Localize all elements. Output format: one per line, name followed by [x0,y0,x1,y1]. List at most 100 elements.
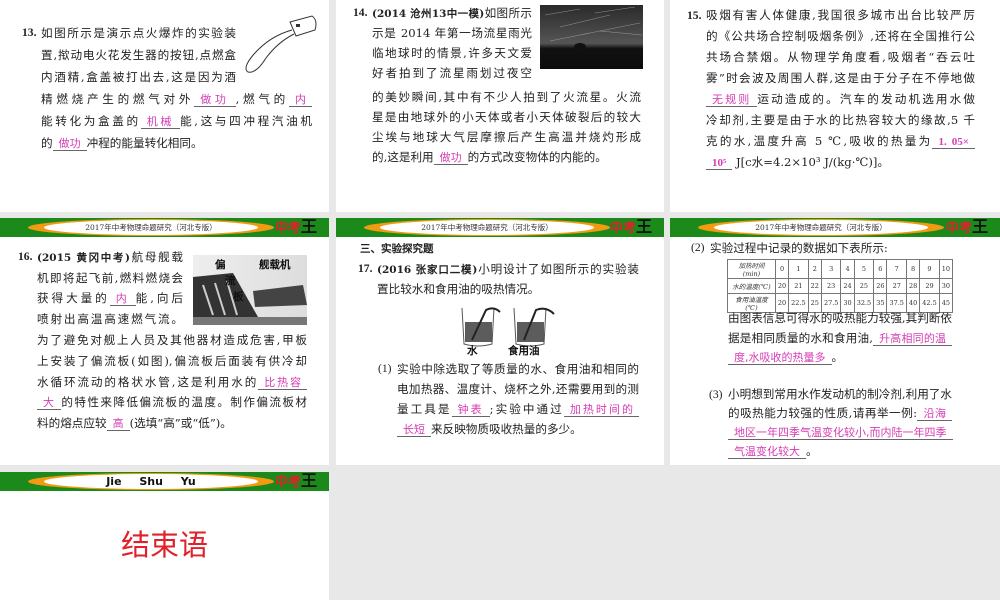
table-cell: 9 [919,259,940,279]
table-row: 加热时间(min) 0 1 2 3 4 5 6 7 8 9 10 [727,259,954,279]
text-line: 上安装了偏流板(如图),偏流板后面装有供冷却 [37,351,307,372]
slide-q17-continued[interactable]: 2017年中考物理命题研究（河北专版） 中考王 加热时间(min) 0 1 2 3 4 5 6 7… [670,218,1000,465]
answer-blank: 气温变化较大 [728,445,806,459]
text-segment: 上安装了偏流板(如图),偏流板后面装有供冷却 [37,353,307,368]
question-text-block: 三、实验探究题 [360,238,560,259]
text-segment: 尘埃与地球大气层摩擦后产生高温并烧灼形成 [372,130,641,144]
text-line: 无规则 运动造成的。汽车的发动机选用水做 [706,89,975,110]
sub-question-number: (2) [691,241,705,254]
answer-blank: 长短 [397,423,431,437]
slide-q17[interactable]: 2017年中考物理命题研究（河北专版） 中考王 水 食用油 三、实验探究题 17. (… [336,218,664,465]
text-line: 置,揿动电火花发生器的按钮,点燃盒 [41,44,236,66]
slide-q13[interactable]: 13. 如图所示是演示点火爆炸的实验装 置,揿动电火花发生器的按钮,点燃盒 内酒精,盒… [0,0,329,212]
text-segment: 的 [41,136,53,150]
text-segment: 星是由地球外的小天体或者小天体破裂后的较大 [372,110,641,124]
text-line: 由图表信息可得水的吸热能力较强,其判断依 [728,309,952,329]
slide-ending[interactable]: Jie Shu Yu 中考王 结束语 [0,472,329,600]
header-text: 2017年中考物理命题研究（河北专版） [421,223,553,232]
text-line: 为了避免对舰上人员及其他器材造成危害,甲板 [37,330,307,351]
table-cell: 28 [905,278,921,294]
image-label-water: 水 [467,345,478,357]
question-text-block: 13. 如图所示是演示点火爆炸的实验装 置,揿动电火花发生器的按钮,点燃盒 内酒精,盒… [22,22,313,154]
text-segment: 。 [806,444,818,458]
text-line: 气温变化较大。 [728,442,952,461]
text-segment: 来反映物质吸收热量的多少。 [431,422,582,436]
slide-q14[interactable]: 14. (2014 沧州13中一模)如图所示 示是 2014 年第一场流星雨光 临地球… [336,0,664,212]
answer-blank: 升高相同的温 [872,331,952,346]
answer-blank: 做功 [433,151,468,165]
text-line: 的做功 冲程的能量转化相同。 [41,132,312,154]
text-segment: 水循环流动的格状水管,这是利用水的 [37,374,259,389]
table-cell: 22 [807,278,822,294]
text-segment: 置,揿动电火花发生器的按钮,点燃盒 [41,48,236,62]
text-segment: (选填“高”或“低”)。 [129,415,232,430]
sub-question-number: (3) [709,388,723,401]
text-segment: 如图所示 [484,6,532,20]
question-text-block: 14. (2014 沧州13中一模)如图所示 示是 2014 年第一场流星雨光 临地球… [353,3,641,167]
question-number: 13. [22,26,37,39]
question-number: 14. [353,6,368,19]
answer-blank: 无规则 [706,93,758,107]
text-line: 14. (2014 沧州13中一模)如图所示 [353,3,532,23]
table-cell: 27 [886,278,907,294]
text-line: 16. (2015 黄冈中考)航母舰载 [18,247,183,268]
table-cell: 30 [938,278,954,294]
question-text-block: 16. (2015 黄冈中考)航母舰载 机即将起飞前,燃料燃烧会 获得大量的内能,向后… [18,247,308,433]
text-segment: 的特性来降低偏流板的温度。制作偏流板材 [61,395,307,410]
text-segment: 。 [831,350,844,364]
source-tag: (2015 黄冈中考) [37,252,131,264]
text-segment: 能,向后 [135,291,183,306]
table-cell: 2 [807,259,822,279]
text-segment: 料的熔点应较 [37,415,107,430]
text-segment: 的美妙瞬间,其中有不少人拍到了火流星。火流 [372,90,641,104]
text-line: 星是由地球外的小天体或者小天体破裂后的较大 [372,107,641,127]
table-cell: 0 [774,259,790,279]
question-text-block: (3) 小明想到常用水作发动机的制冷剂,利用了水 的吸热能力较强的性质,请再举一例:… [709,385,953,461]
text-segment: 的《公共场合控制吸烟条例》,还将在全国推行公 [706,29,975,43]
table-cell: 26 [873,278,888,294]
text-line: 示是 2014 年第一场流星雨光 [372,23,532,43]
answer-blank: 高 [106,416,130,431]
text-segment: ;实验中通过 [489,402,564,416]
text-segment: 实验过程中记录的数据如下表所示: [710,241,888,255]
question-text-block: 17. (2016 张家口二模)小明设计了如图所示的实验装 置比较水和食用油的吸热情… [358,259,639,299]
table-cell: 6 [873,259,888,279]
table-cell: 23 [820,278,842,294]
text-segment: 内酒精,盒盖被打出去,这是因为酒 [41,70,236,84]
text-line: 共场合禁烟。从物理学角度看,吸烟者“吞云吐 [706,47,975,68]
text-segment: 好者拍到了流星雨划过夜空 [372,66,532,80]
image-label-oil: 食用油 [508,345,540,357]
text-segment: 精燃烧产生的燃气对外 [41,92,195,106]
table-cell: 7 [886,259,907,279]
zhongkaowang-logo: 中考王 [609,218,652,236]
text-segment: 克的水,温度升高 5 ℃,吸收的热量为 [706,134,933,148]
text-segment: 获得大量的 [37,291,110,306]
text-segment: 喷射出高温高速燃气流。 [37,311,183,326]
slide-q16[interactable]: 2017年中考物理命题研究（河北专版） 中考王 偏 流 板 舰载机 16. (201… [0,218,329,465]
text-line: 临地球时的情景,许多天文爱 [372,43,532,63]
text-line: 的美妙瞬间,其中有不少人拍到了火流星。火流 [372,87,641,107]
question-text-block: (1) 实验中除选取了等质量的水、食用油和相同的 电加热器、温度计、烧杯之外,还需要… [378,359,639,439]
text-line: 的吸热能力较强的性质,请再举一例: 沿海 [728,404,953,423]
zhongkaowang-logo: 中考王 [274,472,317,490]
text-segment: 小明想到常用水作发动机的制冷剂,利用了水 [728,387,952,401]
answer-blank: 1. 05× [932,136,975,149]
slide-q15[interactable]: 15. 吸烟有害人体健康,我国很多城市出台比较严厉的《公共场合控制吸烟条例》,还将… [670,0,1000,212]
text-line: (1) 实验中除选取了等质量的水、食用油和相同的 [378,359,639,379]
text-line: 15. 吸烟有害人体健康,我国很多城市出台比较严厉 [687,5,975,26]
table-cell: 21 [788,278,809,294]
text-line: 量工具是 钟表 ;实验中通过 加热时间的 [397,399,639,419]
text-line: 长短 来反映物质吸收热量的多少。 [397,419,639,439]
question-text-block: 由图表信息可得水的吸热能力较强,其判断依 据是相同质量的水和食用油, 升高相同的温度… [728,309,952,368]
header-text: 2017年中考物理命题研究（河北专版） [755,223,887,232]
text-line: 克的水,温度升高 5 ℃,吸收的热量为 1. 05× [706,131,975,152]
answer-blank: 比热容 [258,375,308,390]
text-segment: 吸烟有害人体健康,我国很多城市出台比较严厉 [706,8,975,22]
text-segment: 置比较水和食用油的吸热情况。 [377,282,540,296]
text-segment: 的吸热能力较强的性质,请再举一例: [728,406,918,420]
text-line: 的《公共场合控制吸烟条例》,还将在全国推行公 [706,26,975,47]
text-segment: 如图所示是演示点火爆炸的实验装 [41,26,236,40]
answer-blank: 10⁵ [706,157,733,170]
answer-blank: 做功 [194,93,236,107]
text-segment: 据是相同质量的水和食用油, [728,330,873,345]
